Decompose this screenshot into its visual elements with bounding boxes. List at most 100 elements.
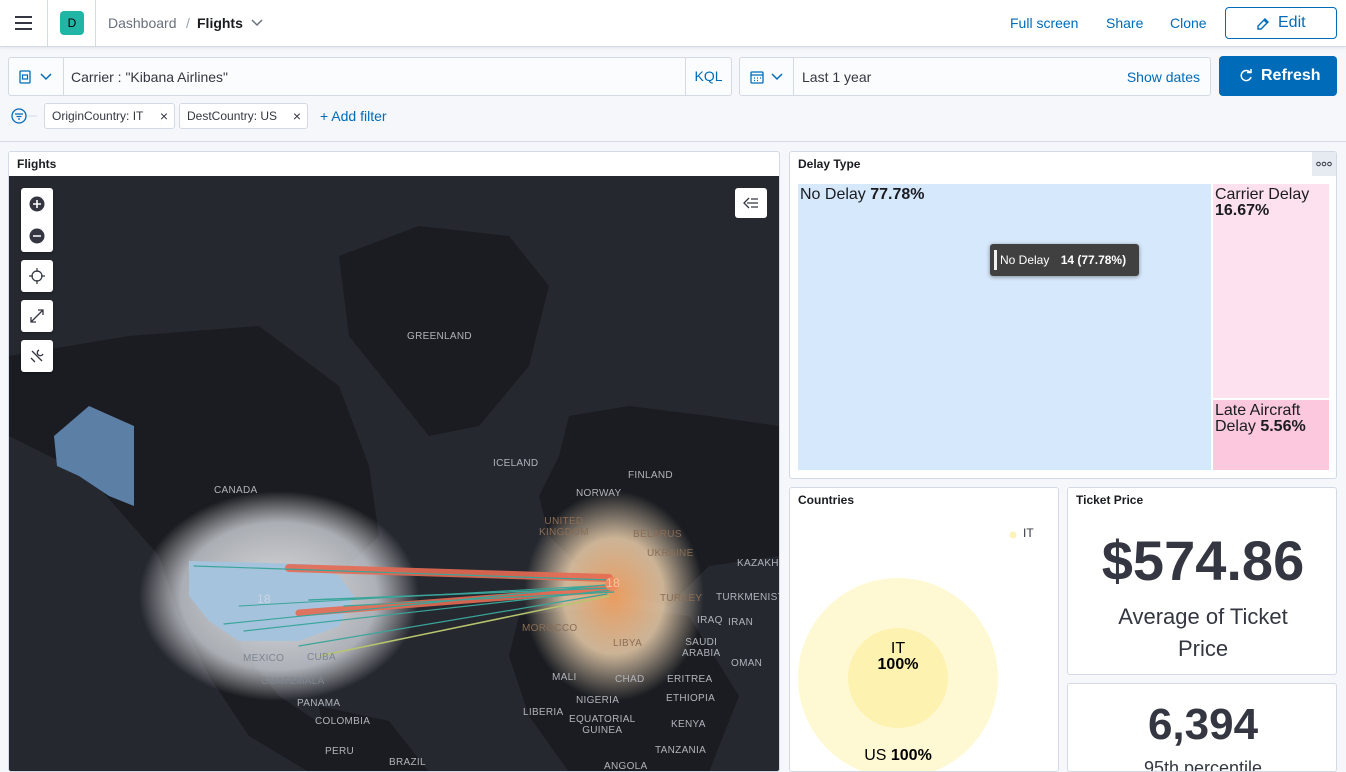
countries-panel: Countries IT IT 100% US 100% — [789, 487, 1059, 772]
close-icon[interactable]: × — [160, 104, 168, 128]
calendar-icon — [750, 71, 783, 84]
query-bar: Carrier : "Kibana Airlines" KQL — [8, 57, 732, 96]
map-label: CANADA — [214, 485, 258, 496]
header-divider — [95, 0, 96, 47]
cluster-count: 18 — [257, 592, 271, 606]
treemap-cell-percent: 16.67% — [1214, 202, 1270, 219]
outer-pct: 100% — [890, 747, 932, 764]
close-icon[interactable]: × — [293, 104, 301, 128]
zoom-out-icon[interactable] — [29, 228, 45, 244]
treemap-cell-percent: 77.78% — [870, 186, 925, 203]
treemap-cell[interactable]: Late Aircraft Delay 5.56% — [1212, 400, 1329, 470]
edit-button[interactable]: Edit — [1225, 7, 1337, 39]
treemap-cell[interactable]: No Delay 77.78% — [798, 184, 1211, 470]
flights-map[interactable]: GREENLAND ICELAND CANADA FINLAND NORWAY … — [9, 176, 779, 771]
map-label: IRAN — [728, 617, 754, 628]
map-label: ERITREA — [667, 674, 713, 685]
share-link[interactable]: Share — [1106, 15, 1143, 31]
panel-title: Flights — [17, 157, 57, 171]
filter-pill-origin[interactable]: OriginCountry: IT × — [44, 103, 175, 129]
query-input[interactable]: Carrier : "Kibana Airlines" — [71, 69, 228, 85]
map-label: BRAZIL — [389, 757, 426, 768]
inner-pct: 100% — [877, 656, 919, 673]
map-label: ETHIOPIA — [666, 693, 716, 704]
map-label: PERU — [325, 746, 354, 757]
show-dates-link[interactable]: Show dates — [1127, 69, 1200, 85]
map-label: KAZAKH — [737, 558, 779, 569]
filter-pill-dest[interactable]: DestCountry: US × — [179, 103, 308, 129]
refresh-label: Refresh — [1261, 67, 1321, 84]
map-label: CHAD — [615, 674, 645, 685]
map-label: MOROCCO — [522, 623, 578, 634]
map-label: FINLAND — [628, 470, 673, 481]
map-label: NIGERIA — [576, 695, 620, 706]
filter-row: OriginCountry: IT × DestCountry: US × + … — [0, 103, 1346, 131]
menu-icon[interactable] — [15, 16, 32, 30]
set-view-button[interactable] — [21, 260, 53, 292]
outer-country: US — [864, 747, 887, 764]
time-range-text[interactable]: Last 1 year — [802, 69, 871, 85]
map-label: UNITED KINGDOM — [539, 516, 589, 538]
panel-options-button[interactable] — [1312, 152, 1336, 176]
wrench-icon — [30, 349, 44, 363]
map-label: IRAQ — [697, 615, 723, 626]
map-label: COLOMBIA — [315, 716, 371, 727]
date-picker: Last 1 year Show dates — [739, 57, 1211, 96]
map-label: ICELAND — [493, 458, 539, 469]
inner-label: IT 100% — [848, 641, 948, 673]
percentile-label: 95th percentile — [1143, 758, 1263, 772]
cluster-count: 18 — [606, 576, 620, 590]
clone-link[interactable]: Clone — [1170, 15, 1207, 31]
treemap-cell[interactable]: Carrier Delay 16.67% — [1212, 184, 1329, 399]
ellipsis-icon — [1316, 161, 1332, 167]
refresh-button[interactable]: Refresh — [1219, 56, 1337, 96]
map-label: GUATEMALA — [261, 676, 325, 687]
breadcrumb-separator: / — [186, 15, 190, 31]
map-label: UKRAINE — [647, 548, 694, 559]
top-header: D Dashboard / Flights Full screen Share … — [0, 0, 1346, 47]
fullscreen-map-button[interactable] — [21, 300, 53, 332]
quick-menu-button[interactable] — [740, 58, 794, 95]
map-label: PANAMA — [297, 698, 341, 709]
full-screen-link[interactable]: Full screen — [1010, 15, 1078, 31]
add-filter-button[interactable]: + Add filter — [320, 108, 387, 124]
crosshair-icon — [29, 268, 45, 284]
chevron-down-icon[interactable] — [251, 18, 263, 28]
filter-pill-label: OriginCountry: IT — [52, 109, 144, 123]
tooltip-value: 14 (77.78%) — [1060, 253, 1127, 267]
outer-label: US 100% — [848, 747, 948, 765]
zoom-in-icon[interactable] — [29, 196, 45, 212]
map-label: CUBA — [307, 652, 336, 663]
save-query-icon — [19, 70, 52, 84]
percentile-value: 6,394 — [1147, 700, 1259, 749]
map-label: SAUDI ARABIA — [682, 637, 721, 659]
breadcrumb-flights: Flights — [197, 15, 243, 31]
map-label: MEXICO — [243, 653, 285, 664]
filter-pill-label: DestCountry: US — [187, 109, 278, 123]
filter-menu-icon[interactable] — [11, 108, 45, 126]
zoom-controls — [21, 188, 53, 252]
tools-button[interactable] — [21, 340, 53, 372]
map-label: NORWAY — [576, 488, 622, 499]
legend-label[interactable]: IT — [1023, 526, 1034, 540]
map-label: OMAN — [731, 658, 763, 669]
treemap-cell-name: No Delay — [800, 186, 871, 203]
map-label: TURKEY — [660, 593, 703, 604]
map-label: TURKMENIST — [716, 592, 779, 603]
header-divider — [47, 0, 48, 47]
delay-treemap[interactable]: No Delay 77.78% Carrier Delay 16.67% Late … — [798, 184, 1329, 470]
ticket-price-value: $574.86 — [1101, 529, 1305, 592]
delay-type-panel: Delay Type No Delay 77.78% Carrier Delay … — [789, 151, 1337, 479]
kql-toggle[interactable]: KQL — [685, 58, 731, 95]
map-label: GREENLAND — [407, 331, 472, 342]
breadcrumb-dashboard[interactable]: Dashboard — [108, 15, 177, 31]
space-avatar[interactable]: D — [60, 11, 84, 35]
treemap-tooltip: No Delay 14 (77.78%) — [990, 244, 1139, 276]
layer-control-button[interactable] — [735, 188, 767, 218]
panel-title: Ticket Price — [1076, 493, 1144, 507]
map-label: TANZANIA — [655, 745, 707, 756]
expand-icon — [30, 309, 44, 323]
layers-collapse-icon — [743, 197, 758, 209]
map-label: BELARUS — [633, 529, 682, 540]
saved-query-button[interactable] — [9, 58, 64, 95]
